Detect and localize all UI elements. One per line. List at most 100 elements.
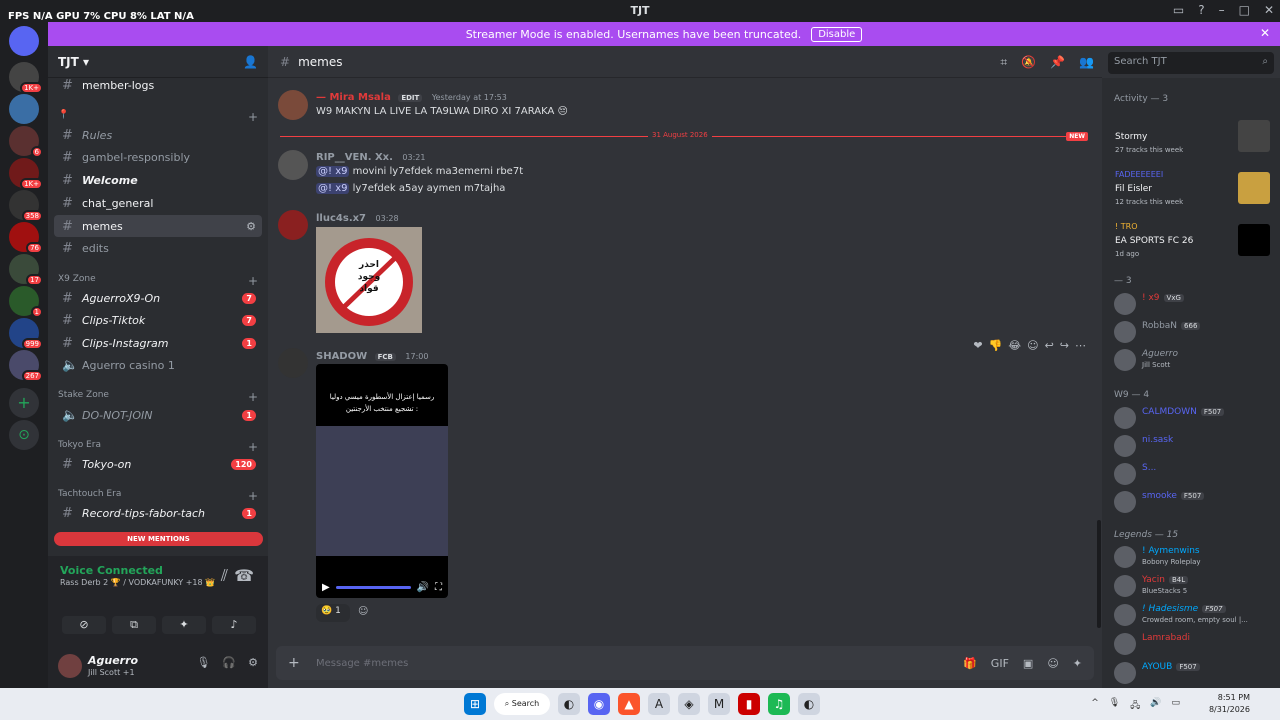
- disconnect-icon[interactable]: ☎: [234, 566, 254, 585]
- message-author[interactable]: RIP__VEN. Xx. 03:21: [316, 152, 425, 163]
- message-author[interactable]: SHADOW FCB 17:00: [316, 351, 428, 362]
- category-stake-zone[interactable]: Stake Zone +: [58, 390, 258, 404]
- server-icon[interactable]: [9, 286, 43, 318]
- channel-tokyo-on[interactable]: # Tokyo-on 120: [54, 453, 262, 475]
- play-icon[interactable]: ▶: [322, 582, 330, 593]
- laugh-reaction-icon[interactable]: 😂: [1008, 339, 1021, 352]
- channel-edits[interactable]: # edits: [54, 237, 262, 259]
- new-mentions-button[interactable]: NEW MENTIONS: [54, 532, 263, 546]
- member-row[interactable]: S...: [1114, 461, 1274, 487]
- close-icon[interactable]: ✕: [1260, 26, 1270, 40]
- clock[interactable]: 8:51 PM 8/31/2026: [1209, 692, 1250, 716]
- mic-icon[interactable]: 🎙: [196, 656, 210, 669]
- avatar[interactable]: [278, 90, 308, 120]
- member-row[interactable]: AYOUB F507: [1114, 660, 1274, 686]
- add-channel-icon[interactable]: +: [248, 390, 258, 404]
- headset-icon[interactable]: 🎧: [222, 656, 236, 669]
- maximize-button[interactable]: □: [1239, 3, 1250, 17]
- member-row[interactable]: ! Hadesisme F507 Crowded room, empty soul …: [1114, 602, 1274, 628]
- category-tokyo-era[interactable]: Tokyo Era +: [58, 440, 258, 454]
- server-icon[interactable]: [9, 318, 43, 350]
- user-mention[interactable]: @! x9: [316, 183, 350, 194]
- brave-icon[interactable]: ▲: [618, 693, 640, 715]
- channel-gambel[interactable]: # gambel-responsibly: [54, 146, 262, 168]
- volume-icon[interactable]: 🔊: [417, 582, 429, 593]
- channel-member-logs[interactable]: # member-logs: [54, 74, 262, 96]
- server-icon[interactable]: [9, 222, 43, 254]
- avatar[interactable]: [58, 654, 82, 678]
- more-icon[interactable]: ⋯: [1075, 339, 1086, 352]
- screen-share-button[interactable]: ⧉: [112, 616, 156, 634]
- channel-welcome[interactable]: # Welcome: [54, 169, 262, 191]
- member-row[interactable]: CALMDOWN F507: [1114, 405, 1274, 431]
- help-icon[interactable]: ?: [1198, 3, 1204, 17]
- pin-icon[interactable]: 📌: [1050, 55, 1065, 70]
- activities-button[interactable]: ✦: [162, 616, 206, 634]
- mic-icon[interactable]: 🎙: [1109, 698, 1120, 714]
- fullscreen-icon[interactable]: ⛶: [435, 582, 442, 593]
- server-icon[interactable]: [9, 62, 43, 94]
- server-icon[interactable]: [9, 190, 43, 222]
- image-attachment[interactable]: احذر وجود قواد: [316, 227, 422, 333]
- member-row[interactable]: Lamrabadi: [1114, 631, 1274, 657]
- app-icon[interactable]: ◐: [798, 693, 820, 715]
- members-icon[interactable]: 👥: [1079, 55, 1094, 70]
- close-button[interactable]: ✕: [1264, 3, 1274, 17]
- member-row[interactable]: Yacin B4L BlueStacks 5: [1114, 573, 1274, 599]
- voice-channel-casino[interactable]: 🔈 Aguerro casino 1: [54, 354, 262, 376]
- start-icon[interactable]: ⊞: [464, 693, 486, 715]
- disable-streamer-button[interactable]: Disable: [811, 26, 863, 42]
- voice-channel[interactable]: Rass Derb 2 🏆 / VODKAFUNKY +18 👑: [60, 578, 215, 587]
- app-icon[interactable]: M: [708, 693, 730, 715]
- emoji-icon[interactable]: ☺: [1047, 657, 1058, 670]
- member-row[interactable]: Aguerro Jill Scott: [1114, 347, 1274, 373]
- channel-clips-tiktok[interactable]: # Clips-Tiktok 7: [54, 309, 262, 331]
- activity-card[interactable]: FADEEEEEEI Fil Eisler 12 tracks this wee…: [1108, 168, 1274, 214]
- noise-suppression-icon[interactable]: ⫽: [221, 566, 228, 586]
- category-tachtouch-era[interactable]: Tachtouch Era +: [58, 489, 258, 503]
- user-mention[interactable]: @! x9: [316, 166, 350, 177]
- reaction-chip[interactable]: 🥹 1: [316, 604, 350, 622]
- server-icon[interactable]: [9, 254, 43, 286]
- member-row[interactable]: smooke F507: [1114, 489, 1274, 515]
- gear-icon[interactable]: ⚙: [248, 656, 258, 669]
- channel-aguerro-on[interactable]: # AguerroX9-On 7: [54, 287, 262, 309]
- member-row[interactable]: ! x9 VxG: [1114, 291, 1274, 317]
- add-server-icon[interactable]: +: [9, 388, 39, 418]
- category-x9-zone[interactable]: X9 Zone +: [58, 274, 258, 288]
- add-reaction-icon[interactable]: ☺: [358, 606, 368, 617]
- chevron-up-icon[interactable]: ^: [1091, 698, 1099, 714]
- server-icon[interactable]: [9, 126, 43, 158]
- forward-icon[interactable]: ↪: [1060, 339, 1069, 352]
- activity-card[interactable]: ! TRO EA SPORTS FC 26 1d ago: [1108, 220, 1274, 266]
- home-button[interactable]: [9, 26, 39, 56]
- mute-icon[interactable]: 🔕: [1021, 55, 1036, 70]
- add-channel-icon[interactable]: +: [248, 440, 258, 454]
- member-row[interactable]: ni.sask: [1114, 433, 1274, 459]
- soundboard-button[interactable]: ♪: [212, 616, 256, 634]
- app-icon[interactable]: ▮: [738, 693, 760, 715]
- gif-icon[interactable]: GIF: [991, 657, 1009, 670]
- add-channel-icon[interactable]: +: [248, 110, 258, 124]
- inbox-icon[interactable]: ▭: [1173, 3, 1184, 17]
- threads-icon[interactable]: ⌗: [1000, 55, 1007, 70]
- reply-icon[interactable]: ↩: [1045, 339, 1054, 352]
- channel-rules[interactable]: # Rules: [54, 124, 262, 146]
- spotify-icon[interactable]: ♫: [768, 693, 790, 715]
- channel-chat-general[interactable]: # chat_general: [54, 192, 262, 214]
- app-icon[interactable]: ◐: [558, 693, 580, 715]
- add-channel-icon[interactable]: +: [248, 274, 258, 288]
- channel-clips-instagram[interactable]: # Clips-Instagram 1: [54, 332, 262, 354]
- member-row[interactable]: ! Aymenwins Bobony Roleplay: [1114, 544, 1274, 570]
- add-member-icon[interactable]: 👤: [243, 55, 258, 69]
- taskbar-search[interactable]: ⌕ Search: [494, 693, 550, 715]
- message-author[interactable]: lluc4s.x7 03:28: [316, 213, 399, 224]
- avatar[interactable]: [278, 348, 308, 378]
- search-input[interactable]: Search TJT ⌕: [1108, 52, 1274, 74]
- app-icon[interactable]: A: [648, 693, 670, 715]
- member-row[interactable]: RobbaN 666: [1114, 319, 1274, 345]
- voice-channel-do-not-join[interactable]: 🔈 DO-NOT-JOIN 1: [54, 404, 262, 426]
- battery-icon[interactable]: ▭: [1171, 698, 1180, 714]
- minimize-button[interactable]: –: [1219, 3, 1225, 17]
- network-icon[interactable]: 🖧: [1130, 698, 1140, 714]
